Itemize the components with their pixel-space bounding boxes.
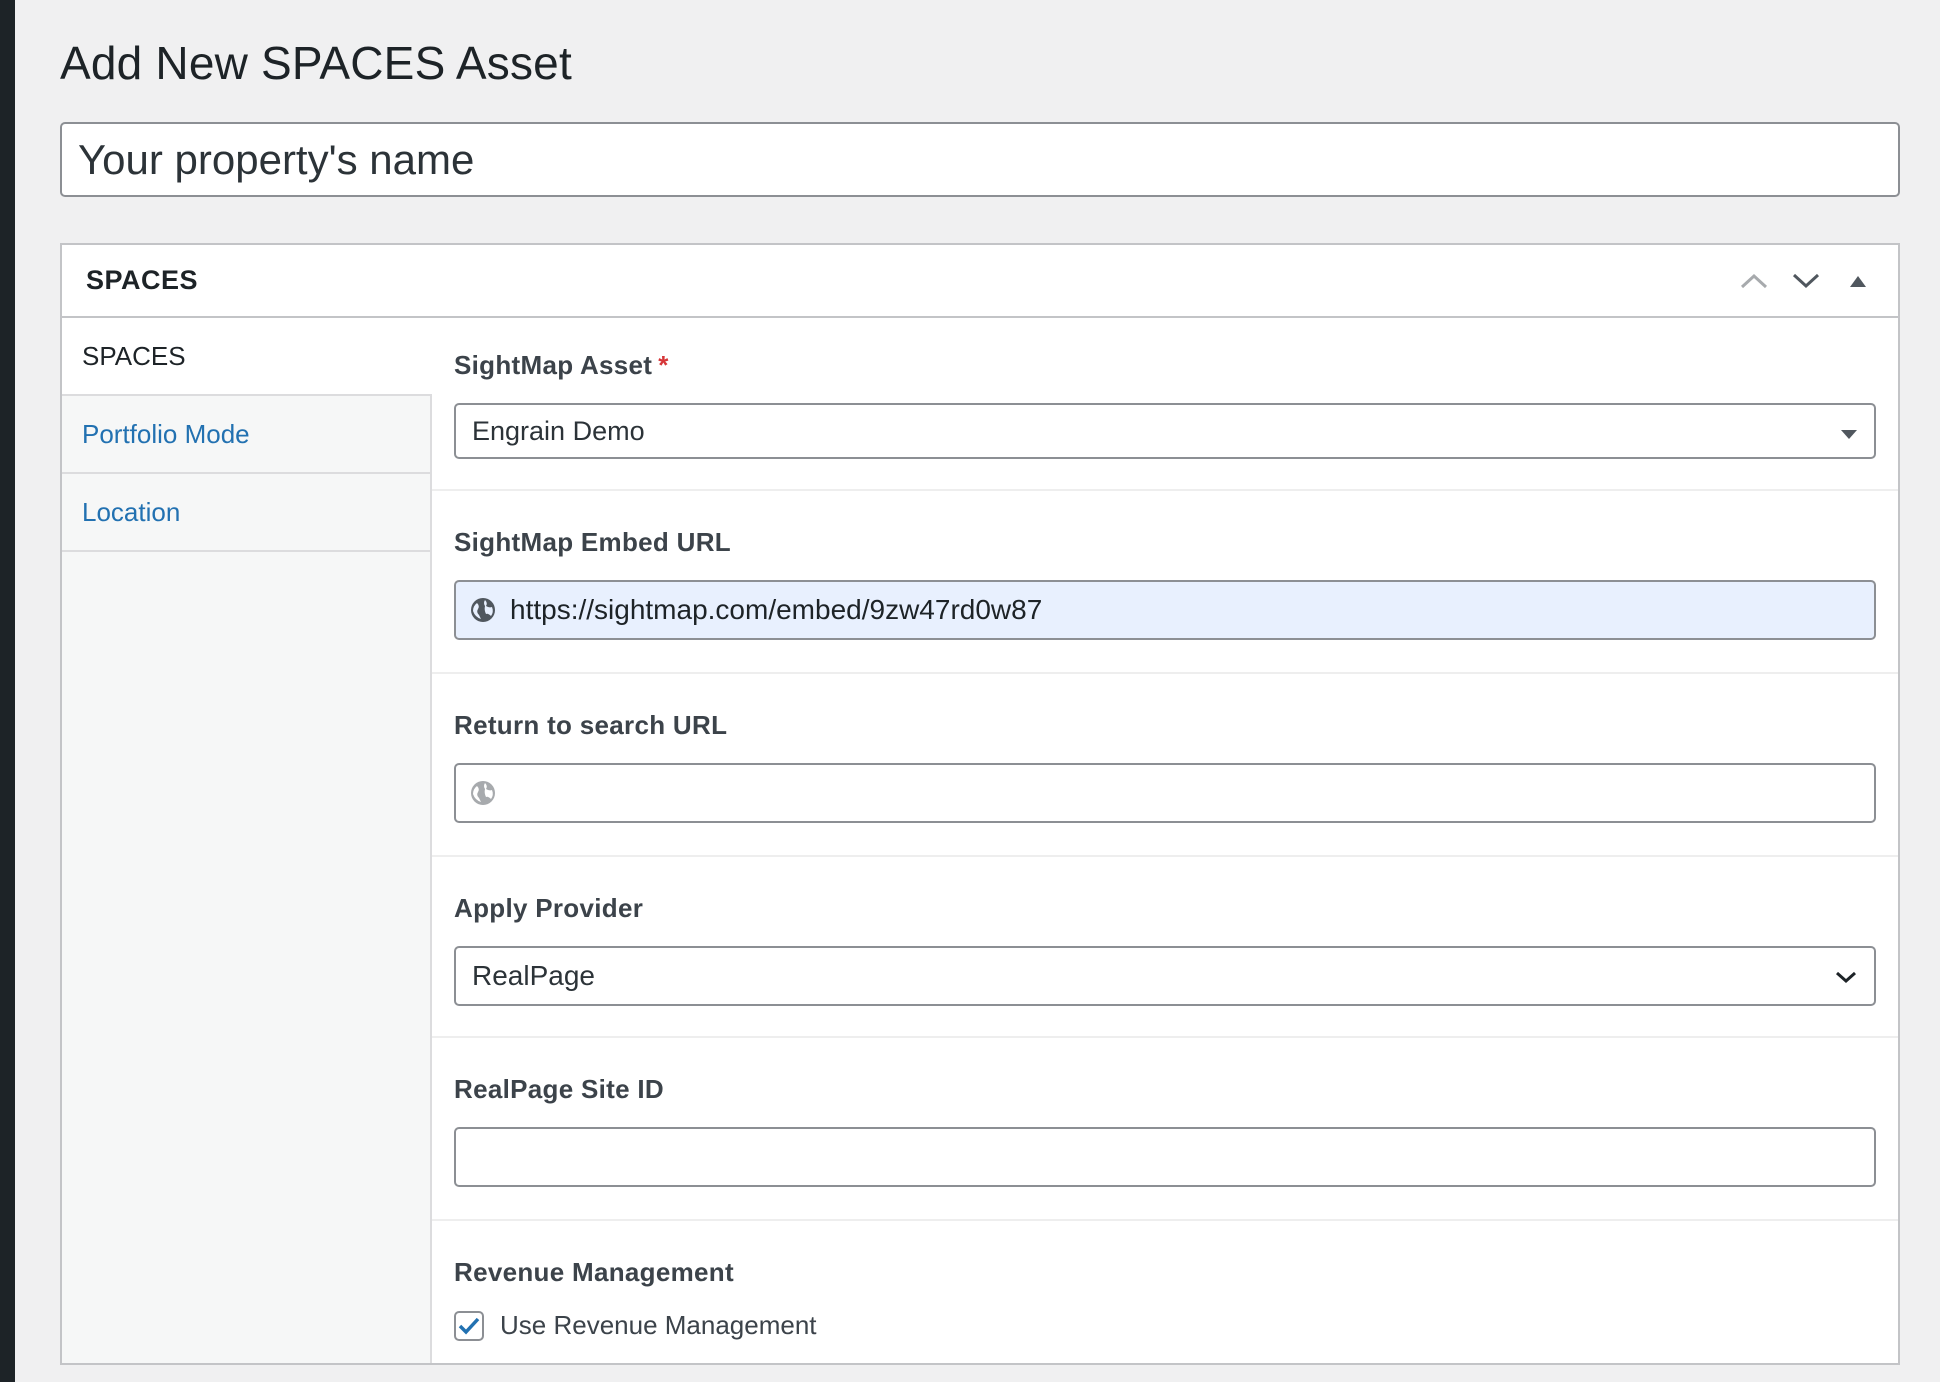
required-asterisk: * [658, 350, 669, 380]
sightmap-asset-value: Engrain Demo [472, 415, 645, 446]
globe-icon [470, 597, 496, 623]
embed-url-value: https://sightmap.com/embed/9zw47rd0w87 [510, 594, 1043, 625]
globe-icon [470, 780, 496, 806]
return-url-input[interactable] [454, 763, 1876, 823]
apply-provider-value: RealPage [472, 960, 595, 991]
dropdown-arrow-icon [1840, 416, 1858, 447]
chevron-down-icon [1834, 960, 1858, 992]
field-label: SightMap Asset * [454, 350, 1876, 381]
tab-location[interactable]: Location [62, 474, 430, 552]
field-embed-url: SightMap Embed URL https://sightmap.com/… [432, 491, 1898, 674]
metabox-header: SPACES [62, 245, 1898, 318]
apply-provider-label: Apply Provider [454, 893, 644, 923]
property-name-input[interactable] [60, 122, 1900, 197]
metabox-title: SPACES [86, 265, 199, 295]
apply-provider-select[interactable]: RealPage [454, 946, 1876, 1006]
move-down-icon[interactable] [1790, 265, 1822, 297]
field-apply-provider: Apply Provider RealPage [432, 857, 1898, 1038]
field-realpage-site-id: RealPage Site ID [432, 1038, 1898, 1221]
sightmap-asset-select[interactable]: Engrain Demo [454, 403, 1876, 459]
move-up-icon[interactable] [1738, 265, 1770, 297]
checkmark-icon [458, 1317, 480, 1335]
spaces-metabox: SPACES SPACES Portfolio Mode Location Si… [60, 243, 1900, 1365]
admin-sidebar-edge [0, 0, 15, 1382]
return-url-label: Return to search URL [454, 710, 728, 740]
realpage-site-id-label: RealPage Site ID [454, 1074, 664, 1104]
toggle-panel-icon[interactable] [1842, 265, 1874, 297]
tab-spaces[interactable]: SPACES [62, 318, 432, 396]
fields-panel: SightMap Asset * Engrain Demo SightMap Em… [432, 318, 1898, 1363]
metabox-body: SPACES Portfolio Mode Location SightMap … [62, 318, 1898, 1363]
field-sightmap-asset: SightMap Asset * Engrain Demo [432, 318, 1898, 491]
revenue-management-checkbox-row: Use Revenue Management [454, 1310, 1876, 1371]
field-revenue-management: Revenue Management Use Revenue Managemen… [432, 1221, 1898, 1371]
field-return-url: Return to search URL [432, 674, 1898, 857]
tab-portfolio-mode[interactable]: Portfolio Mode [62, 396, 430, 474]
page-title: Add New SPACES Asset [60, 37, 572, 89]
embed-url-input[interactable]: https://sightmap.com/embed/9zw47rd0w87 [454, 580, 1876, 640]
revenue-management-checkbox[interactable] [454, 1310, 484, 1341]
checkbox-label[interactable]: Use Revenue Management [500, 1310, 817, 1341]
embed-url-label: SightMap Embed URL [454, 527, 731, 557]
metabox-controls [1738, 265, 1874, 297]
revenue-management-label: Revenue Management [454, 1257, 734, 1287]
tab-list: SPACES Portfolio Mode Location [62, 318, 432, 1363]
realpage-site-id-input[interactable] [454, 1127, 1876, 1187]
sightmap-asset-label: SightMap Asset [454, 350, 653, 380]
